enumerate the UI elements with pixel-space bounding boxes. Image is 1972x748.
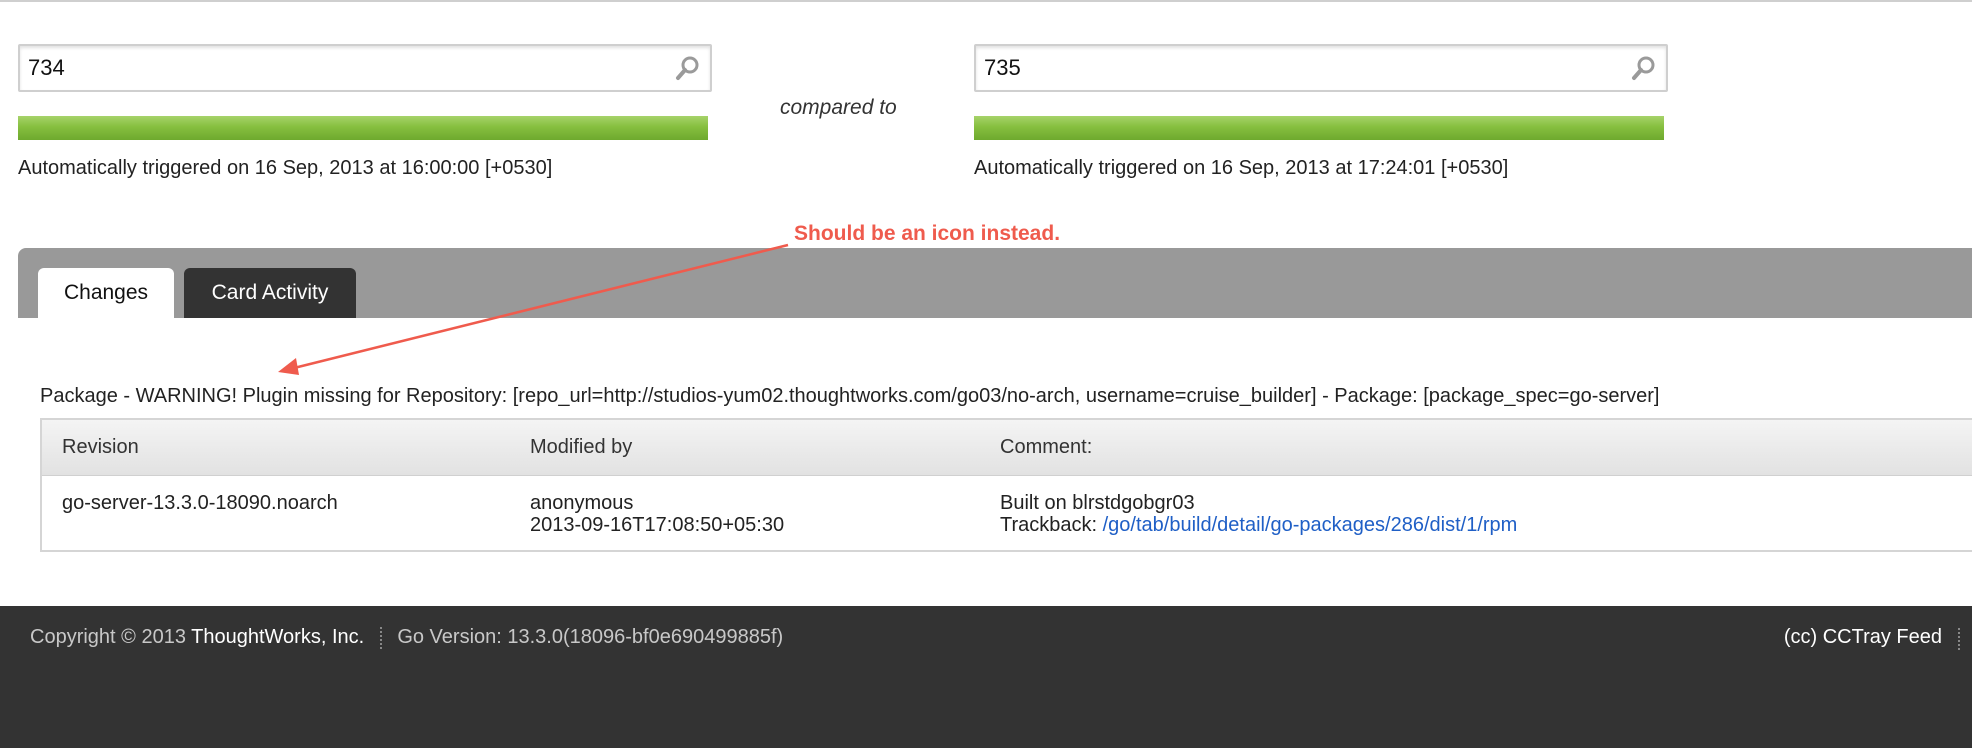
package-warning: Package - WARNING! Plugin missing for Re…: [40, 385, 1660, 407]
tab-changes[interactable]: Changes: [38, 268, 174, 318]
footer-separator: [379, 626, 382, 649]
left-pipeline-status-fill: [18, 116, 708, 140]
annotation-text: Should be an icon instead.: [794, 222, 1061, 245]
cctray-feed-link[interactable]: (cc) CCTray Feed: [1784, 626, 1942, 649]
trackback-link[interactable]: /go/tab/build/detail/go-packages/286/dis…: [1103, 514, 1518, 536]
right-pipeline-search-input[interactable]: [984, 51, 1624, 85]
modified-by-user: anonymous: [530, 492, 634, 514]
trackback-line: Trackback: /go/tab/build/detail/go-packa…: [1000, 514, 1517, 536]
right-pipeline-status-bar[interactable]: [974, 116, 1664, 140]
search-icon[interactable]: [674, 54, 702, 82]
table-header: Revision Modified by Comment:: [42, 420, 1972, 476]
left-pipeline-search-input[interactable]: [28, 51, 668, 85]
page: Automatically triggered on 16 Sep, 2013 …: [0, 0, 1972, 748]
compared-to-label: compared to: [780, 96, 897, 119]
footer-right-separator: [1958, 628, 1960, 650]
modified-by-timestamp: 2013-09-16T17:08:50+05:30: [530, 514, 785, 536]
footer-version: Go Version: 13.3.0(18096-bf0e690499885f): [397, 626, 784, 648]
modified-by-cell: anonymous 2013-09-16T17:08:50+05:30: [530, 492, 784, 536]
tab-bar: Changes Card Activity: [18, 248, 1972, 318]
left-pipeline-status-bar[interactable]: [18, 116, 708, 140]
footer-copyright: Copyright © 2013: [30, 626, 186, 648]
left-pipeline-trigger-text: Automatically triggered on 16 Sep, 2013 …: [18, 157, 553, 179]
revision-cell: go-server-13.3.0-18090.noarch: [62, 492, 338, 514]
comment-text: Built on blrstdgobgr03: [1000, 492, 1195, 514]
right-pipeline-status-fill: [974, 116, 1664, 140]
changes-table: Revision Modified by Comment: go-server-…: [40, 418, 1972, 552]
header-revision: Revision: [62, 436, 139, 458]
footer: Copyright © 2013 ThoughtWorks, Inc. Go V…: [0, 606, 1972, 748]
right-pipeline-search[interactable]: [974, 44, 1668, 92]
footer-company-link[interactable]: ThoughtWorks, Inc.: [191, 626, 364, 648]
header-modified-by: Modified by: [530, 436, 633, 458]
comment-cell: Built on blrstdgobgr03 Trackback: /go/ta…: [1000, 492, 1517, 536]
left-pipeline-search[interactable]: [18, 44, 712, 92]
top-divider: [0, 0, 1972, 2]
tab-card-activity[interactable]: Card Activity: [184, 268, 356, 318]
right-pipeline-trigger-text: Automatically triggered on 16 Sep, 2013 …: [974, 157, 1509, 179]
footer-info: Copyright © 2013 ThoughtWorks, Inc. Go V…: [30, 626, 783, 649]
header-comment: Comment:: [1000, 436, 1093, 458]
trackback-label: Trackback:: [1000, 514, 1098, 536]
search-icon[interactable]: [1630, 54, 1658, 82]
